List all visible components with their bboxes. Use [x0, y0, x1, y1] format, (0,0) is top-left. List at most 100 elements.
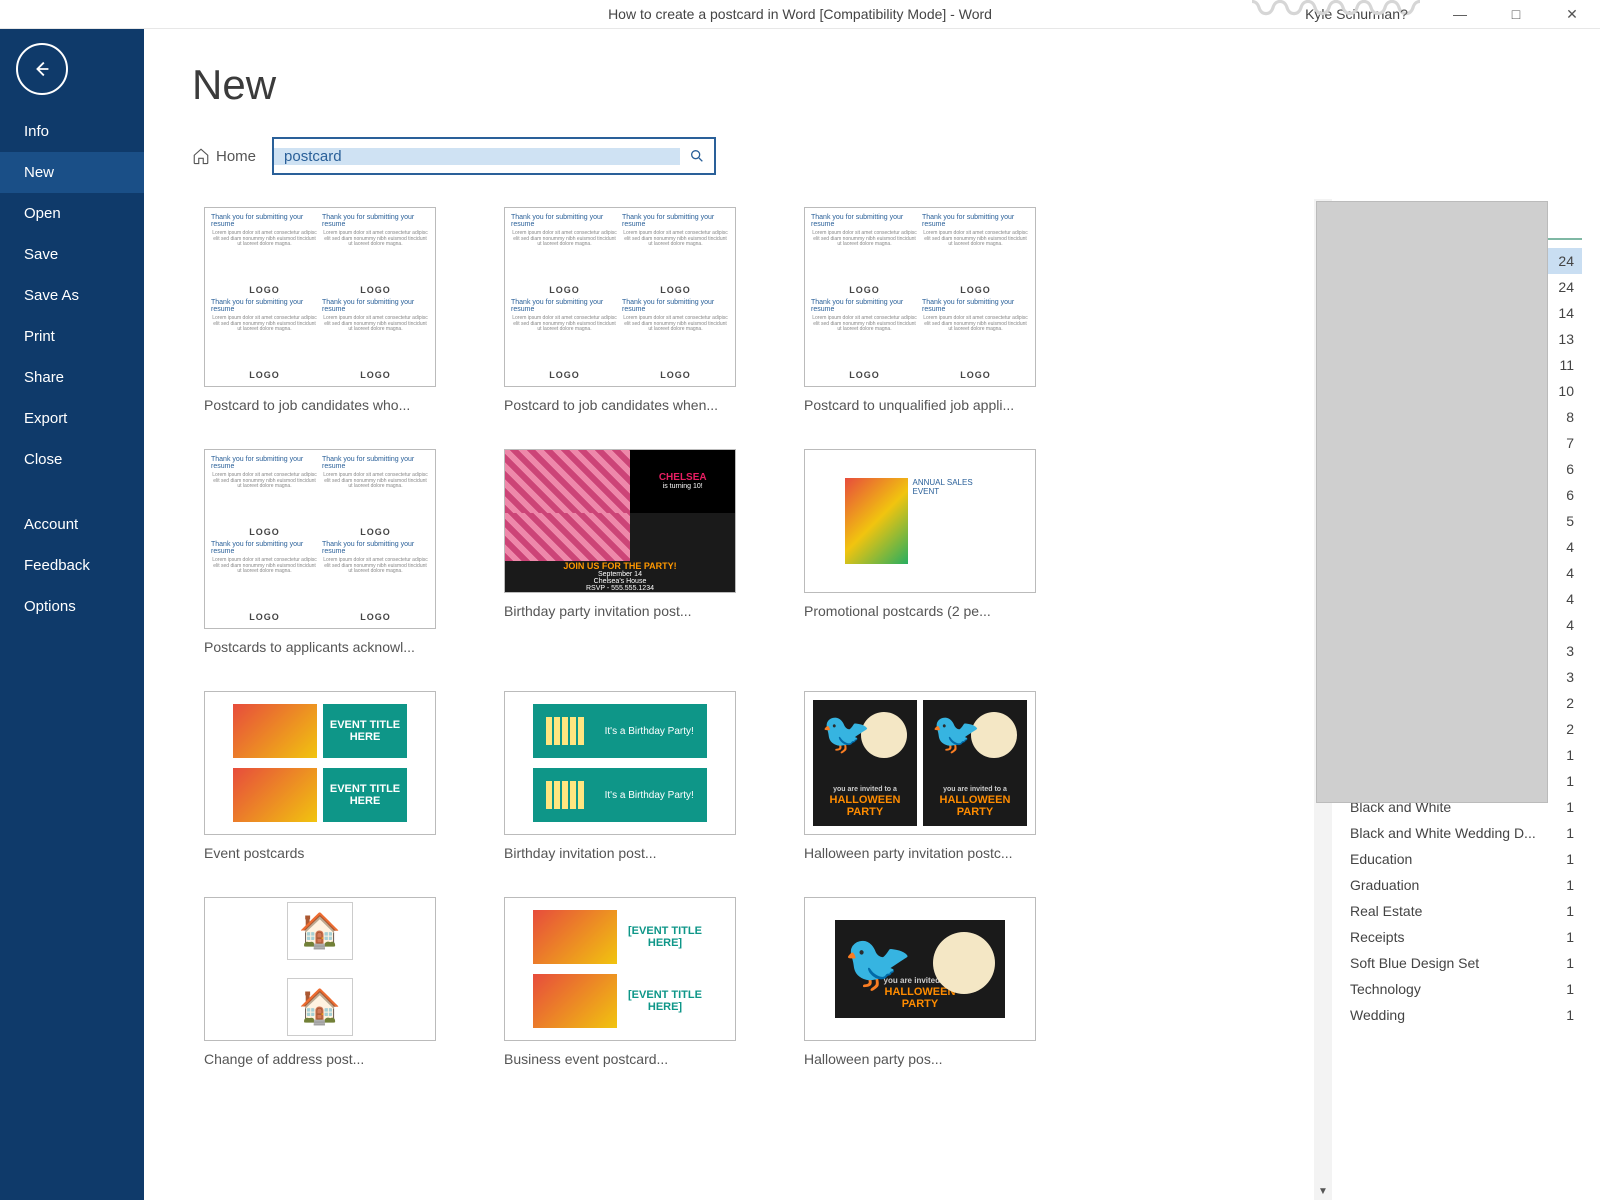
sidebar-item-share[interactable]: Share	[0, 357, 144, 398]
category-count: 6	[1566, 487, 1574, 503]
category-count: 2	[1566, 695, 1574, 711]
back-button[interactable]	[16, 43, 68, 95]
category-count: 1	[1566, 1007, 1574, 1023]
category-item[interactable]: Wedding 1	[1342, 1002, 1582, 1028]
sidebar-item-print[interactable]: Print	[0, 316, 144, 357]
template-label: Postcard to unqualified job appli...	[804, 397, 1034, 413]
template-label: Postcard to job candidates when...	[504, 397, 734, 413]
template-item[interactable]: It's a Birthday Party!It's a Birthday Pa…	[504, 691, 734, 861]
category-count: 24	[1558, 253, 1574, 269]
search-icon	[689, 148, 705, 164]
search-box[interactable]	[272, 137, 716, 175]
template-label: Business event postcard...	[504, 1051, 734, 1067]
template-item[interactable]: Thank you for submitting your resumeLore…	[504, 207, 734, 413]
template-label: Birthday party invitation post...	[504, 603, 734, 619]
sidebar-item-feedback[interactable]: Feedback	[0, 545, 144, 586]
results-scrollbar[interactable]: ▲ ▼	[1314, 199, 1332, 1200]
category-item[interactable]: Black and White Wedding D...1	[1342, 820, 1582, 846]
category-item[interactable]: Education1	[1342, 846, 1582, 872]
sidebar-item-info[interactable]: Info	[0, 111, 144, 152]
sidebar-item-save[interactable]: Save	[0, 234, 144, 275]
template-item[interactable]: CHELSEAis turning 10!JOIN US FOR THE PAR…	[504, 449, 734, 655]
template-thumbnail: It's a Birthday Party!It's a Birthday Pa…	[504, 691, 736, 835]
template-item[interactable]: Thank you for submitting your resumeLore…	[204, 449, 434, 655]
template-thumbnail: Thank you for submitting your resumeLore…	[804, 207, 1036, 387]
search-row: Home	[192, 137, 1600, 175]
category-count: 1	[1566, 877, 1574, 893]
category-name: Real Estate	[1350, 903, 1422, 919]
template-label: Halloween party invitation postc...	[804, 845, 1034, 861]
category-count: 3	[1566, 643, 1574, 659]
category-item[interactable]: Soft Blue Design Set 1	[1342, 950, 1582, 976]
template-item[interactable]: EVENT TITLE HEREEVENT TITLE HEREEvent po…	[204, 691, 434, 861]
category-count: 2	[1566, 721, 1574, 737]
template-label: Halloween party pos...	[804, 1051, 1034, 1067]
sidebar-item-account[interactable]: Account	[0, 504, 144, 545]
template-item[interactable]: 🐦you are invited to aHALLOWEENPARTY🐦you …	[804, 691, 1034, 861]
category-count: 7	[1566, 435, 1574, 451]
sidebar-item-close[interactable]: Close	[0, 439, 144, 480]
category-item[interactable]: Technology 1	[1342, 976, 1582, 1002]
template-item[interactable]: [EVENT TITLE HERE][EVENT TITLE HERE] Busi…	[504, 897, 734, 1067]
template-label: Postcard to job candidates who...	[204, 397, 434, 413]
category-count: 1	[1566, 955, 1574, 971]
template-thumbnail: ANNUAL SALES EVENT	[804, 449, 1036, 593]
category-count: 11	[1559, 357, 1574, 373]
category-count: 4	[1566, 591, 1574, 607]
scroll-thumb[interactable]	[1316, 201, 1548, 803]
category-name: Receipts	[1350, 929, 1404, 945]
category-count: 1	[1566, 903, 1574, 919]
category-count: 6	[1566, 461, 1574, 477]
category-count: 4	[1566, 565, 1574, 581]
maximize-button[interactable]: □	[1488, 0, 1544, 28]
home-link[interactable]: Home	[192, 147, 256, 165]
category-count: 1	[1566, 773, 1574, 789]
category-name: Wedding	[1350, 1007, 1405, 1023]
scroll-down-arrow[interactable]: ▼	[1314, 1182, 1332, 1200]
sidebar-item-save-as[interactable]: Save As	[0, 275, 144, 316]
template-thumbnail: 🏠🏠	[204, 897, 436, 1041]
close-button[interactable]: ✕	[1544, 0, 1600, 28]
category-item[interactable]: Real Estate 1	[1342, 898, 1582, 924]
sidebar-item-options[interactable]: Options	[0, 586, 144, 627]
app-root: 〰〰〰 How to create a postcard in Word [Co…	[0, 0, 1600, 1200]
template-item[interactable]: 🐦you are invited to aHALLOWEENPARTY Hallo…	[804, 897, 1034, 1067]
template-item[interactable]: Thank you for submitting your resumeLore…	[804, 207, 1034, 413]
template-thumbnail: [EVENT TITLE HERE][EVENT TITLE HERE]	[504, 897, 736, 1041]
category-count: 13	[1558, 331, 1574, 347]
sidebar-item-new[interactable]: New	[0, 152, 144, 193]
template-thumbnail: CHELSEAis turning 10!JOIN US FOR THE PAR…	[504, 449, 736, 593]
window-title: How to create a postcard in Word [Compat…	[608, 6, 992, 22]
template-label: Birthday invitation post...	[504, 845, 734, 861]
template-thumbnail: EVENT TITLE HEREEVENT TITLE HERE	[204, 691, 436, 835]
category-count: 1	[1566, 981, 1574, 997]
template-thumbnail: Thank you for submitting your resumeLore…	[504, 207, 736, 387]
category-item[interactable]: Graduation1	[1342, 872, 1582, 898]
template-thumbnail: 🐦you are invited to aHALLOWEENPARTY🐦you …	[804, 691, 1036, 835]
template-item[interactable]: ANNUAL SALES EVENT Promotional postcards …	[804, 449, 1034, 655]
category-count: 3	[1566, 669, 1574, 685]
category-count: 1	[1566, 799, 1574, 815]
titlebar: 〰〰〰 How to create a postcard in Word [Co…	[0, 0, 1600, 29]
search-input[interactable]	[274, 148, 680, 165]
sidebar-item-export[interactable]: Export	[0, 398, 144, 439]
sidebar-item-open[interactable]: Open	[0, 193, 144, 234]
category-count: 1	[1566, 929, 1574, 945]
category-item[interactable]: Receipts 1	[1342, 924, 1582, 950]
template-label: Promotional postcards (2 pe...	[804, 603, 1034, 619]
template-item[interactable]: 🏠🏠Change of address post...	[204, 897, 434, 1067]
template-thumbnail: 🐦you are invited to aHALLOWEENPARTY	[804, 897, 1036, 1041]
category-count: 1	[1566, 825, 1574, 841]
results-panel: Thank you for submitting your resumeLore…	[192, 199, 1314, 1200]
back-arrow-icon	[31, 58, 53, 80]
category-name: Soft Blue Design Set	[1350, 955, 1479, 971]
help-button[interactable]: ?	[1376, 0, 1432, 28]
template-item[interactable]: Thank you for submitting your resumeLore…	[204, 207, 434, 413]
category-name: Technology	[1350, 981, 1421, 997]
minimize-button[interactable]: —	[1432, 0, 1488, 28]
main-panel: New Home Thank you for submitting your r…	[144, 29, 1600, 1200]
search-button[interactable]	[680, 148, 714, 164]
category-count: 4	[1566, 539, 1574, 555]
template-grid: Thank you for submitting your resumeLore…	[192, 199, 1294, 1107]
category-count: 10	[1558, 383, 1574, 399]
